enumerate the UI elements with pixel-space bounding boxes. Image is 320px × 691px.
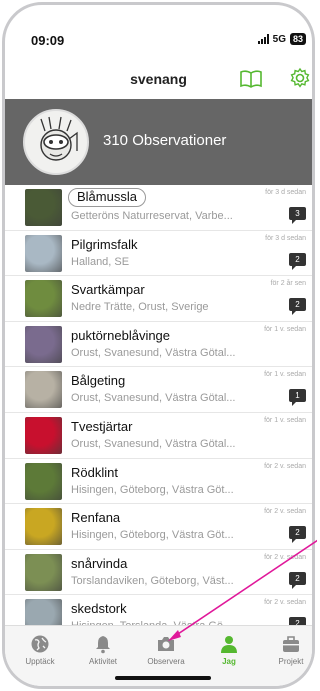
observation-thumbnail: [25, 416, 62, 454]
observation-thumbnail: [25, 371, 62, 409]
observation-age: för 2 v. sedan: [264, 462, 306, 470]
avatar[interactable]: [23, 109, 89, 175]
list-item[interactable]: Bålgeting Orust, Svanesund, Västra Götal.…: [5, 367, 312, 413]
status-bar: 09:09 5G 83: [5, 5, 312, 63]
observation-place: Halland, SE: [71, 255, 130, 268]
bell-icon: [96, 636, 110, 654]
app-header: svenang: [5, 63, 312, 99]
status-time: 09:09: [31, 33, 65, 48]
observation-name: Svartkämpar: [71, 282, 145, 298]
observation-name: Pilgrimsfalk: [71, 236, 138, 252]
observation-count: 310 Observationer: [103, 132, 227, 149]
observation-list: Blåmussla Getteröns Naturreservat, Varbe.…: [5, 185, 312, 631]
observation-age: för 1 v. sedan: [264, 416, 306, 424]
list-item[interactable]: Svartkämpar Nedre Trätte, Orust, Sverige f…: [5, 276, 312, 322]
list-item[interactable]: Renfana Hisingen, Göteborg, Västra Göt...…: [5, 504, 312, 550]
observation-place: Hisingen, Göteborg, Västra Göt...: [71, 529, 234, 542]
observation-thumbnail: [25, 189, 62, 226]
list-item[interactable]: Tvestjärtar Orust, Svanesund, Västra Göta…: [5, 413, 312, 459]
tab-projekt[interactable]: Projekt: [260, 634, 312, 666]
phone-frame: 09:09 5G 83 svenang 310 Observationer Bl…: [2, 2, 315, 689]
gear-icon[interactable]: [289, 67, 311, 89]
observation-age: för 3 d sedan: [265, 189, 306, 196]
comment-count-badge: 2: [289, 571, 306, 589]
observation-age: för 3 d sedan: [265, 234, 306, 242]
observation-place: Getteröns Naturreservat, Varbe...: [71, 210, 233, 222]
observation-name: Renfana: [71, 510, 121, 526]
observation-thumbnail: [25, 462, 62, 500]
observation-thumbnail: [25, 508, 62, 546]
observation-name: Blåmussla: [68, 188, 146, 207]
observation-age: för 2 år sen: [270, 280, 306, 288]
observation-place: Orust, Svanesund, Västra Götal...: [71, 346, 236, 359]
status-indicators: 5G 83: [257, 33, 306, 45]
list-item[interactable]: Blåmussla Getteröns Naturreservat, Varbe.…: [5, 185, 312, 231]
observation-age: för 1 v. sedan: [264, 325, 306, 333]
profile-banner: 310 Observationer: [5, 99, 312, 185]
tab-upptack[interactable]: Upptäck: [9, 634, 71, 666]
list-item[interactable]: Pilgrimsfalk Halland, SE för 3 d sedan 2: [5, 231, 312, 277]
home-indicator[interactable]: [115, 676, 211, 680]
observation-thumbnail: [25, 553, 62, 591]
comment-count-badge: 1: [289, 389, 306, 407]
observation-name: skedstork: [71, 601, 127, 617]
observation-name: Bålgeting: [71, 373, 126, 389]
network-label: 5G: [272, 33, 286, 45]
page-title: svenang: [130, 71, 187, 87]
observation-place: Orust, Svanesund, Västra Götal...: [71, 437, 236, 450]
observation-thumbnail: [25, 325, 62, 363]
observation-name: Tvestjärtar: [71, 418, 133, 434]
globe-icon: [31, 635, 49, 653]
observation-name: puktörneblåvinge: [71, 327, 171, 343]
observation-place: Orust, Svanesund, Västra Götal...: [71, 392, 236, 405]
briefcase-icon: [283, 636, 299, 652]
list-item[interactable]: snårvinda Torslandaviken, Göteborg, Väst.…: [5, 550, 312, 596]
list-item[interactable]: puktörneblåvinge Orust, Svanesund, Västra…: [5, 322, 312, 368]
signal-icon: [257, 34, 269, 44]
observation-thumbnail: [25, 280, 62, 318]
book-icon[interactable]: [239, 69, 263, 89]
observation-age: för 2 v. sedan: [264, 553, 306, 561]
observation-age: för 2 v. sedan: [264, 508, 306, 516]
tab-bar: Upptäck Aktivitet Observera Jag Projekt: [5, 625, 312, 686]
observation-name: Rödklint: [71, 464, 118, 480]
observation-place: Nedre Trätte, Orust, Sverige: [71, 301, 209, 314]
camera-icon: [158, 637, 174, 651]
comment-count-badge: 2: [289, 252, 306, 270]
observation-place: Hisingen, Göteborg, Västra Göt...: [71, 483, 234, 496]
comment-count-badge: 2: [289, 526, 306, 544]
battery-icon: 83: [289, 33, 306, 45]
observation-place: Torslandaviken, Göteborg, Väst...: [71, 574, 234, 587]
tab-observera[interactable]: Observera: [135, 634, 197, 666]
observation-age: för 2 v. sedan: [264, 599, 306, 607]
observation-thumbnail: [25, 234, 62, 272]
tab-aktivitet[interactable]: Aktivitet: [72, 634, 134, 666]
list-item[interactable]: Rödklint Hisingen, Göteborg, Västra Göt..…: [5, 459, 312, 505]
observation-name: snårvinda: [71, 555, 128, 571]
tab-jag[interactable]: Jag: [198, 634, 260, 666]
comment-count-badge: 2: [289, 298, 306, 316]
comment-count-badge: 3: [289, 207, 306, 224]
observation-age: för 1 v. sedan: [264, 371, 306, 379]
person-icon: [221, 636, 237, 653]
